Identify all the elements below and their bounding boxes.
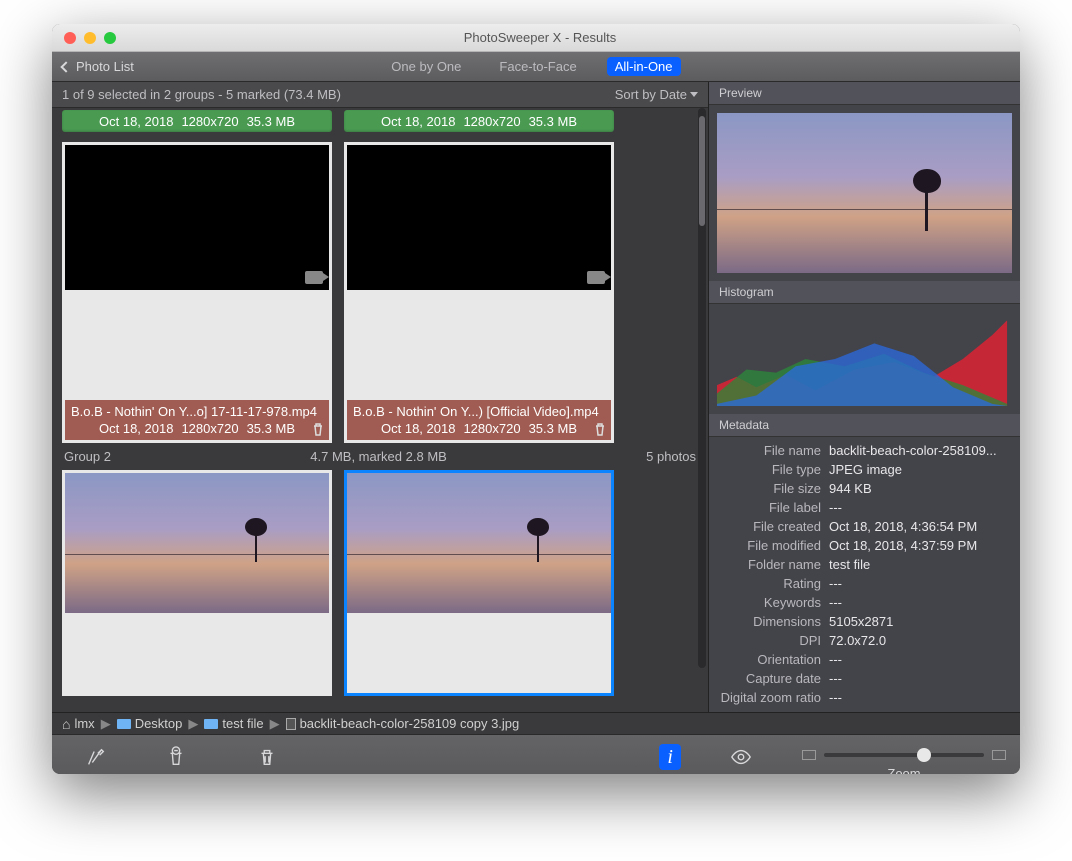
preview-header: Preview <box>709 82 1020 105</box>
view-tabs: One by One Face-to-Face All-in-One <box>134 57 930 76</box>
sort-dropdown[interactable]: Sort by Date <box>615 87 698 102</box>
thumbnail <box>65 145 329 290</box>
tab-all-in-one[interactable]: All-in-One <box>607 57 681 76</box>
result-card[interactable]: B.o.B - Nothin' On Y...) [Official Video… <box>344 142 614 443</box>
metadata-row: Orientation--- <box>719 650 1010 669</box>
metadata-row: File createdOct 18, 2018, 4:36:54 PM <box>719 517 1010 536</box>
minimize-icon[interactable] <box>84 32 96 44</box>
marked-bar[interactable]: Oct 18, 2018 1280x720 35.3 MB <box>344 110 614 132</box>
chevron-down-icon <box>690 92 698 97</box>
back-button[interactable]: Photo List <box>62 59 134 74</box>
unmark-button[interactable]: Unmark <box>153 744 199 774</box>
result-card-selected[interactable] <box>344 470 614 696</box>
titlebar: PhotoSweeper X - Results <box>52 24 1020 52</box>
group-header[interactable]: Group 2 4.7 MB, marked 2.8 MB 5 photos <box>52 443 708 470</box>
trash-icon[interactable] <box>593 422 607 436</box>
metadata-row: Folder nametest file <box>719 555 1010 574</box>
sort-label: Sort by Date <box>615 87 687 102</box>
thumbnail <box>347 473 611 613</box>
trash-marked-button[interactable]: Trash Marked <box>227 744 307 774</box>
scroll-thumb[interactable] <box>699 116 705 226</box>
metadata-row: Digital zoom ratio--- <box>719 688 1010 707</box>
thumbnail <box>65 473 329 613</box>
preview-panel <box>709 105 1020 281</box>
slider-knob[interactable] <box>917 748 931 762</box>
trash-icon[interactable] <box>311 422 325 436</box>
auto-mark-button[interactable]: Auto Mark <box>66 744 125 774</box>
quick-look-button[interactable]: Quick Look <box>709 744 774 774</box>
infobar: 1 of 9 selected in 2 groups - 5 marked (… <box>52 82 708 108</box>
zoom-slider[interactable] <box>824 753 984 757</box>
metadata-row: File label--- <box>719 498 1010 517</box>
tab-face-to-face[interactable]: Face-to-Face <box>491 57 584 76</box>
result-card[interactable] <box>62 470 332 696</box>
results-pane: 1 of 9 selected in 2 groups - 5 marked (… <box>52 82 708 712</box>
metadata-row: File namebacklit-beach-color-258109... <box>719 441 1010 460</box>
zoom-max-icon <box>992 750 1006 760</box>
video-icon <box>305 271 323 284</box>
thumbnail <box>347 145 611 290</box>
home-icon: ⌂ <box>62 716 70 732</box>
marked-bar[interactable]: Oct 18, 2018 1280x720 35.3 MB <box>62 110 332 132</box>
zoom-icon[interactable] <box>104 32 116 44</box>
path-bar[interactable]: ⌂lmx ▶ Desktop ▶ test file ▶ backlit-bea… <box>52 712 1020 734</box>
metadata-row: Dimensions5105x2871 <box>719 612 1010 631</box>
info-icon: i <box>667 746 673 769</box>
histogram-header: Histogram <box>709 281 1020 304</box>
metadata-row: Capture date--- <box>719 669 1010 688</box>
results-content: Oct 18, 2018 1280x720 35.3 MB Oct 18, 20… <box>52 108 708 712</box>
result-card[interactable]: B.o.B - Nothin' On Y...o] 17-11-17-978.m… <box>62 142 332 443</box>
selection-summary: 1 of 9 selected in 2 groups - 5 marked (… <box>62 87 341 102</box>
metadata-row: File typeJPEG image <box>719 460 1010 479</box>
scrollbar[interactable] <box>698 108 706 668</box>
toolbar: Photo List One by One Face-to-Face All-i… <box>52 52 1020 82</box>
histogram-panel <box>709 304 1020 414</box>
preview-image <box>717 113 1012 273</box>
chevron-left-icon <box>60 61 71 72</box>
inspector: Preview Histogram Metadata File nameback… <box>708 82 1020 712</box>
video-icon <box>587 271 605 284</box>
card-footer: B.o.B - Nothin' On Y...o] 17-11-17-978.m… <box>65 400 329 440</box>
folder-icon <box>204 719 218 729</box>
app-window: PhotoSweeper X - Results Photo List One … <box>52 24 1020 774</box>
metadata-row: Keywords--- <box>719 593 1010 612</box>
back-label: Photo List <box>76 59 134 74</box>
metadata-header: Metadata <box>709 414 1020 437</box>
close-icon[interactable] <box>64 32 76 44</box>
metadata-row: File modifiedOct 18, 2018, 4:37:59 PM <box>719 536 1010 555</box>
main: 1 of 9 selected in 2 groups - 5 marked (… <box>52 82 1020 712</box>
window-title: PhotoSweeper X - Results <box>116 30 964 45</box>
bottom-toolbar: Auto Mark Unmark Trash Marked i Info Qui… <box>52 734 1020 774</box>
tab-one-by-one[interactable]: One by One <box>383 57 469 76</box>
card-footer: B.o.B - Nothin' On Y...) [Official Video… <box>347 400 611 440</box>
traffic-lights <box>64 32 116 44</box>
metadata-list: File namebacklit-beach-color-258109...Fi… <box>709 437 1020 711</box>
info-button[interactable]: i Info <box>659 744 681 774</box>
metadata-row: Rating--- <box>719 574 1010 593</box>
folder-icon <box>117 719 131 729</box>
metadata-row: DPI72.0x72.0 <box>719 631 1010 650</box>
zoom-control[interactable]: Zoom <box>802 750 1006 774</box>
zoom-min-icon <box>802 750 816 760</box>
metadata-row: File size944 KB <box>719 479 1010 498</box>
file-icon <box>286 718 296 730</box>
